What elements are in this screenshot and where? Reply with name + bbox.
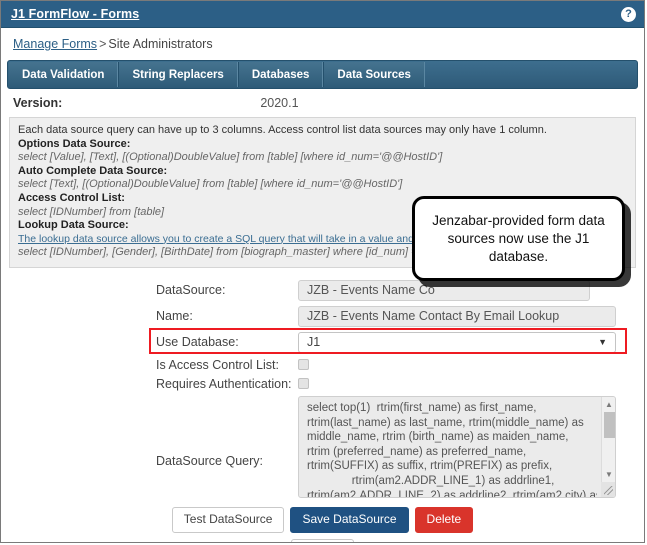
tab-databases[interactable]: Databases [237, 62, 324, 87]
application-window: J1 FormFlow - Forms ? Manage Forms > Site … [0, 0, 645, 543]
row-datasource: DataSource: JZB - Events Name Co [1, 279, 644, 301]
is-access-control-list-label: Is Access Control List: [156, 357, 279, 372]
tab-data-validation[interactable]: Data Validation [9, 62, 119, 87]
done-button[interactable]: Done [291, 538, 354, 542]
requires-authentication-checkbox[interactable] [298, 378, 309, 390]
name-input[interactable]: JZB - Events Name Contact By Email Looku… [298, 305, 616, 327]
test-datasource-button[interactable]: Test DataSource [171, 506, 285, 533]
window-title: J1 FormFlow - Forms [11, 7, 140, 21]
help-intro: Each data source query can have up to 3 … [18, 124, 547, 136]
datasource-query-label: DataSource Query: [156, 453, 263, 468]
use-database-value: J1 [307, 335, 321, 350]
datasource-query-textarea[interactable]: select top(1) rtrim(first_name) as first… [298, 395, 616, 498]
row-datasource-query: DataSource Query: select top(1) rtrim(fi… [1, 395, 644, 498]
help-autocomplete-example: select [Text], [(Optional)DoubleValue] f… [18, 178, 403, 191]
is-access-control-list-checkbox[interactable] [298, 359, 309, 371]
datasource-query-value: select top(1) rtrim(first_name) as first… [307, 401, 597, 497]
annotation-callout: Jenzabar-provided form data sources now … [412, 196, 625, 281]
tab-string-replacers[interactable]: String Replacers [118, 62, 238, 87]
tab-bar: Data Validation String Replacers Databas… [7, 60, 638, 89]
use-database-label: Use Database: [156, 335, 239, 350]
done-button-row: Done [1, 538, 644, 542]
tab-data-sources[interactable]: Data Sources [323, 62, 425, 87]
title-bar: J1 FormFlow - Forms ? [1, 1, 644, 28]
tab-bar-filler [425, 62, 636, 87]
breadcrumb-link-manage-forms[interactable]: Manage Forms [13, 37, 97, 51]
help-options-example: select [Value], [Text], [(Optional)Doubl… [18, 151, 443, 164]
save-datasource-button[interactable]: Save DataSource [290, 506, 409, 533]
name-label: Name: [156, 309, 193, 324]
breadcrumb-separator: > [99, 37, 107, 51]
data-source-form: DataSource: JZB - Events Name Co Name: J… [1, 279, 644, 542]
row-is-access-control-list: Is Access Control List: [1, 358, 644, 372]
delete-button[interactable]: Delete [414, 506, 474, 533]
scroll-down-icon[interactable]: ▼ [602, 468, 615, 481]
row-requires-authentication: Requires Authentication: [1, 377, 644, 391]
version-label: Version: [13, 96, 63, 110]
help-options-heading: Options Data Source: [18, 137, 131, 150]
textarea-resize-handle[interactable] [601, 481, 615, 497]
help-autocomplete-heading: Auto Complete Data Source: [18, 164, 168, 177]
action-button-row: Test DataSource Save DataSource Delete [1, 506, 644, 533]
use-database-select[interactable]: J1 ▼ [298, 331, 616, 353]
breadcrumb: Manage Forms > Site Administrators [1, 28, 644, 60]
breadcrumb-current: Site Administrators [108, 37, 213, 51]
version-value: 2020.1 [260, 96, 299, 110]
version-row: Version: 2020.1 [1, 89, 644, 117]
help-circle-icon[interactable]: ? [621, 6, 636, 22]
scrollbar-thumb[interactable] [604, 411, 615, 438]
chevron-down-icon: ▼ [598, 337, 607, 348]
requires-authentication-label: Requires Authentication: [156, 376, 292, 391]
row-name: Name: JZB - Events Name Contact By Email… [1, 305, 644, 327]
datasource-label: DataSource: [156, 283, 226, 298]
row-use-database: Use Database: J1 ▼ [1, 331, 644, 353]
datasource-select[interactable]: JZB - Events Name Co [298, 279, 590, 301]
scroll-up-icon[interactable]: ▲ [602, 398, 615, 411]
